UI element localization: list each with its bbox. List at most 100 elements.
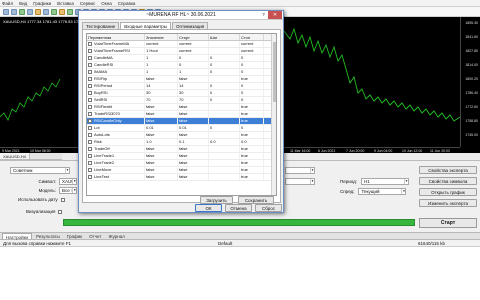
optimize-checkbox[interactable] bbox=[88, 140, 92, 144]
parameter-value-cell[interactable]: current bbox=[240, 41, 264, 47]
parameter-value-cell[interactable]: 0.01 bbox=[145, 125, 178, 131]
table-row[interactable]: VolatTimeFrameRSI 1 Hour current current bbox=[87, 48, 276, 55]
parameter-value-cell[interactable] bbox=[209, 118, 240, 124]
symbol-properties-button[interactable]: Свойства символа bbox=[419, 177, 477, 185]
table-row[interactable]: BuyRSI 30 30 0 0 bbox=[87, 90, 276, 97]
parameter-name-cell[interactable]: RSIPeriod bbox=[87, 83, 145, 89]
parameter-value-cell[interactable]: false bbox=[178, 76, 209, 82]
optimize-checkbox[interactable] bbox=[88, 91, 92, 95]
parameter-name-cell[interactable]: CandleMA bbox=[87, 55, 145, 61]
parameter-value-cell[interactable]: 0 bbox=[240, 83, 264, 89]
table-row[interactable]: CandleRSI 1 0 0 0 bbox=[87, 62, 276, 69]
tab-journal[interactable]: Журнал bbox=[105, 233, 127, 239]
help-icon[interactable]: ? bbox=[260, 12, 267, 18]
expert-select[interactable]: Советник ▾ bbox=[10, 167, 70, 174]
optimize-checkbox[interactable] bbox=[88, 63, 92, 67]
parameter-value-cell[interactable]: 0.0 bbox=[240, 139, 264, 145]
parameter-value-cell[interactable]: 1 bbox=[145, 62, 178, 68]
parameter-value-cell[interactable]: false bbox=[145, 146, 178, 152]
parameter-name-cell[interactable]: TradeRSI3070 bbox=[87, 111, 145, 117]
table-row[interactable]: SellRSI 70 70 0 0 bbox=[87, 97, 276, 104]
parameter-value-cell[interactable]: false bbox=[145, 111, 178, 117]
parameter-name-cell[interactable]: VolatTimeFrameRSI bbox=[87, 48, 145, 54]
parameter-value-cell[interactable]: 70 bbox=[145, 97, 178, 103]
parameter-value-cell[interactable]: false bbox=[178, 174, 209, 180]
parameter-value-cell[interactable]: 0 bbox=[240, 55, 264, 61]
parameter-name-cell[interactable]: RSICandleOnly bbox=[87, 118, 145, 124]
table-row[interactable]: CandleMA 1 0 0 0 bbox=[87, 55, 276, 62]
parameter-value-cell[interactable] bbox=[209, 48, 240, 54]
menu-help[interactable]: Справка bbox=[118, 1, 136, 6]
table-row[interactable]: LineMove false false true bbox=[87, 167, 276, 174]
parameter-name-cell[interactable]: LineMove bbox=[87, 167, 145, 173]
column-header[interactable]: Значение bbox=[145, 34, 178, 40]
parameter-value-cell[interactable]: 70 bbox=[178, 97, 209, 103]
parameter-value-cell[interactable]: 1.0 bbox=[145, 139, 178, 145]
parameter-value-cell[interactable]: 0.0 bbox=[209, 139, 240, 145]
optimize-checkbox[interactable] bbox=[88, 133, 92, 137]
optimize-checkbox[interactable] bbox=[88, 147, 92, 151]
parameter-name-cell[interactable]: Lot bbox=[87, 125, 145, 131]
optimize-checkbox[interactable] bbox=[88, 98, 92, 102]
parameter-value-cell[interactable]: false bbox=[145, 174, 178, 180]
parameter-value-cell[interactable]: false bbox=[145, 118, 178, 124]
profiles-icon[interactable] bbox=[11, 8, 17, 15]
parameter-value-cell[interactable]: 0 bbox=[178, 55, 209, 61]
table-row[interactable]: Lot 0.01 0.01 0 0 bbox=[87, 125, 276, 132]
optimize-checkbox[interactable] bbox=[88, 84, 92, 88]
parameter-name-cell[interactable]: LineTrade2 bbox=[87, 160, 145, 166]
parameter-value-cell[interactable]: true bbox=[240, 146, 264, 152]
optimize-checkbox[interactable] bbox=[88, 154, 92, 158]
column-header[interactable]: Переменная bbox=[87, 34, 145, 40]
symbol-select[interactable]: XAUUSD, Gold vs US Dollar▾ bbox=[59, 178, 77, 185]
table-row[interactable]: AutoLots false false true bbox=[87, 132, 276, 139]
parameter-value-cell[interactable]: 1 bbox=[178, 69, 209, 75]
optimize-checkbox[interactable] bbox=[88, 105, 92, 109]
parameter-value-cell[interactable]: 30 bbox=[145, 90, 178, 96]
expert-properties-button[interactable]: Свойства эксперта bbox=[419, 166, 477, 174]
terminal-icon[interactable] bbox=[43, 8, 49, 15]
menu-view[interactable]: Вид bbox=[19, 1, 27, 6]
parameter-value-cell[interactable]: false bbox=[145, 167, 178, 173]
tab-report[interactable]: Отчет bbox=[86, 233, 104, 239]
parameter-value-cell[interactable]: 0 bbox=[209, 62, 240, 68]
tab-inputs[interactable]: Входные параметры bbox=[120, 22, 172, 29]
table-row[interactable]: TradeOff false false true bbox=[87, 146, 276, 153]
table-row[interactable]: RSIPeriod 14 14 0 0 bbox=[87, 83, 276, 90]
scrollbar-thumb[interactable] bbox=[273, 42, 276, 102]
parameter-value-cell[interactable]: false bbox=[145, 76, 178, 82]
parameter-name-cell[interactable]: BuyRSI bbox=[87, 90, 145, 96]
parameter-value-cell[interactable] bbox=[209, 153, 240, 159]
parameter-value-cell[interactable]: 30 bbox=[178, 90, 209, 96]
new-chart-icon[interactable] bbox=[3, 8, 9, 15]
start-button[interactable]: Старт bbox=[419, 218, 477, 228]
parameter-name-cell[interactable]: TradeOff bbox=[87, 146, 145, 152]
parameter-value-cell[interactable]: false bbox=[178, 132, 209, 138]
parameter-name-cell[interactable]: RSIFlexibl bbox=[87, 104, 145, 110]
visualization-checkbox[interactable] bbox=[58, 209, 63, 214]
parameter-value-cell[interactable]: current bbox=[145, 41, 178, 47]
parameter-value-cell[interactable]: 0 bbox=[209, 125, 240, 131]
optimize-checkbox[interactable] bbox=[88, 168, 92, 172]
parameter-value-cell[interactable] bbox=[209, 167, 240, 173]
parameter-value-cell[interactable]: current bbox=[178, 41, 209, 47]
chart-tab[interactable]: XAUUSD,H4 bbox=[0, 153, 30, 159]
tab-settings[interactable]: Настройки bbox=[2, 233, 33, 240]
parameter-value-cell[interactable]: 1 Hour bbox=[145, 48, 178, 54]
parameter-value-cell[interactable]: 0.1 bbox=[178, 139, 209, 145]
grid-scrollbar[interactable] bbox=[271, 34, 276, 195]
modify-expert-button[interactable]: Изменить эксперта bbox=[419, 199, 477, 207]
parameter-value-cell[interactable]: true bbox=[240, 111, 264, 117]
column-header[interactable]: Шаг bbox=[209, 34, 240, 40]
parameter-value-cell[interactable] bbox=[209, 160, 240, 166]
expert-extra-select[interactable]: ▾ bbox=[285, 167, 315, 174]
parameter-value-cell[interactable]: 0 bbox=[240, 90, 264, 96]
optimize-checkbox[interactable] bbox=[88, 77, 92, 81]
parameter-value-cell[interactable]: false bbox=[145, 160, 178, 166]
parameter-name-cell[interactable]: Risk bbox=[87, 139, 145, 145]
load-button[interactable]: Загрузить bbox=[200, 196, 233, 204]
parameter-value-cell[interactable]: 0 bbox=[209, 83, 240, 89]
parameter-value-cell[interactable]: false bbox=[145, 153, 178, 159]
parameter-value-cell[interactable]: false bbox=[178, 104, 209, 110]
open-chart-button[interactable]: Открыть график bbox=[419, 188, 477, 196]
